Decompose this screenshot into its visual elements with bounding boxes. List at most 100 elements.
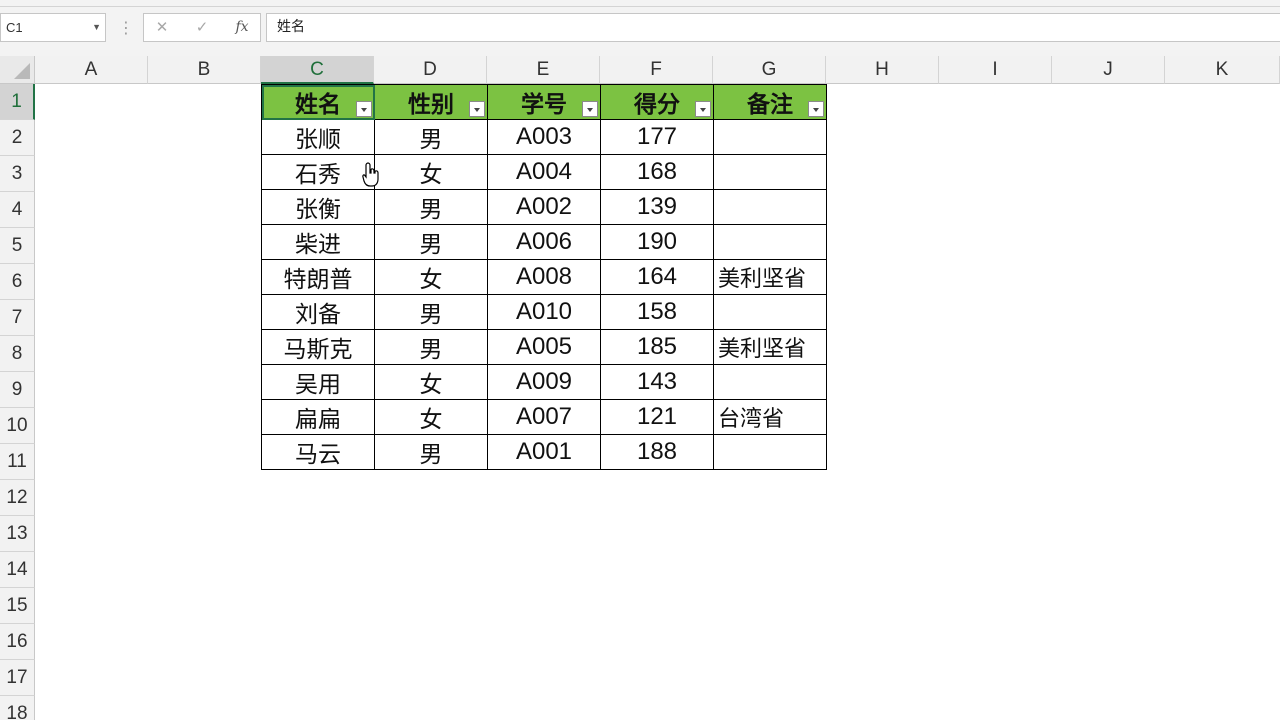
score-cell[interactable]: 164 [600,259,714,295]
filter-dropdown-icon[interactable] [582,101,598,117]
remark-cell[interactable] [713,119,827,155]
column-header-d[interactable]: D [374,56,487,84]
formula-input[interactable]: 姓名 [266,13,1280,42]
filter-dropdown-icon[interactable] [356,101,372,117]
column-header-h[interactable]: H [826,56,939,84]
name-cell[interactable]: 张顺 [261,119,375,155]
score-cell[interactable]: 121 [600,399,714,435]
remark-cell[interactable]: 美利坚省 [713,259,827,295]
name-cell[interactable]: 特朗普 [261,259,375,295]
header-cell-name[interactable]: 姓名 [261,84,375,120]
row-header-16[interactable]: 16 [0,624,35,660]
student-id-cell[interactable]: A007 [487,399,601,435]
name-cell[interactable]: 马云 [261,434,375,470]
student-id-cell[interactable]: A010 [487,294,601,330]
score-cell[interactable]: 139 [600,189,714,225]
column-header-j[interactable]: J [1052,56,1165,84]
header-cell-student-id[interactable]: 学号 [487,84,601,120]
row-header-5[interactable]: 5 [0,228,35,264]
score-cell[interactable]: 188 [600,434,714,470]
table-row: 特朗普女 A008 164 美利坚省 [261,259,827,295]
remark-cell[interactable] [713,294,827,330]
row-header-6[interactable]: 6 [0,264,35,300]
gender-cell[interactable]: 男 [374,434,488,470]
column-header-k[interactable]: K [1165,56,1280,84]
filter-dropdown-icon[interactable] [808,101,824,117]
name-cell[interactable]: 柴进 [261,224,375,260]
score-cell[interactable]: 190 [600,224,714,260]
row-header-2[interactable]: 2 [0,120,35,156]
column-header-a[interactable]: A [35,56,148,84]
chevron-down-icon[interactable]: ▼ [92,14,101,41]
remark-cell[interactable]: 台湾省 [713,399,827,435]
gender-cell[interactable]: 男 [374,224,488,260]
more-options-icon[interactable]: ⋮ [118,18,134,37]
row-header-12[interactable]: 12 [0,480,35,516]
student-id-cell[interactable]: A002 [487,189,601,225]
gender-cell[interactable]: 女 [374,154,488,190]
row-header-10[interactable]: 10 [0,408,35,444]
column-header-g[interactable]: G [713,56,826,84]
student-id-cell[interactable]: A006 [487,224,601,260]
student-id-cell[interactable]: A008 [487,259,601,295]
name-cell[interactable]: 吴用 [261,364,375,400]
remark-cell[interactable] [713,364,827,400]
student-id-cell[interactable]: A009 [487,364,601,400]
row-header-13[interactable]: 13 [0,516,35,552]
cancel-icon[interactable]: ✕ [147,14,177,41]
student-id-cell[interactable]: A001 [487,434,601,470]
score-cell[interactable]: 143 [600,364,714,400]
remark-cell[interactable]: 美利坚省 [713,329,827,365]
gender-cell[interactable]: 男 [374,329,488,365]
gender-cell[interactable]: 男 [374,119,488,155]
row-header-9[interactable]: 9 [0,372,35,408]
name-cell[interactable]: 石秀 [261,154,375,190]
gender-cell[interactable]: 男 [374,189,488,225]
row-header-18[interactable]: 18 [0,696,35,720]
spreadsheet-grid[interactable]: ABCDEFGHIJK 1 2 3 4 5 6 7 8 9 10 11 12 13 14 15 16 17 18 … [0,56,1280,720]
row-header-14[interactable]: 14 [0,552,35,588]
score-cell[interactable]: 185 [600,329,714,365]
row-header-7[interactable]: 7 [0,300,35,336]
gender-cell[interactable]: 女 [374,364,488,400]
header-label: 学号 [521,92,567,118]
score-cell[interactable]: 177 [600,119,714,155]
name-box[interactable]: C1 ▼ [0,13,106,42]
column-header-c[interactable]: C [261,56,374,84]
name-cell[interactable]: 马斯克 [261,329,375,365]
insert-function-button[interactable]: fx [227,14,257,41]
name-cell[interactable]: 张衡 [261,189,375,225]
remark-cell[interactable] [713,224,827,260]
header-cell-score[interactable]: 得分 [600,84,714,120]
filter-dropdown-icon[interactable] [469,101,485,117]
gender-cell[interactable]: 女 [374,259,488,295]
row-header-11[interactable]: 11 [0,444,35,480]
column-header-i[interactable]: I [939,56,1052,84]
header-cell-remark[interactable]: 备注 [713,84,827,120]
score-cell[interactable]: 158 [600,294,714,330]
row-header-8[interactable]: 8 [0,336,35,372]
remark-cell[interactable] [713,434,827,470]
student-id-cell[interactable]: A003 [487,119,601,155]
row-header-15[interactable]: 15 [0,588,35,624]
row-header-1[interactable]: 1 [0,84,35,120]
row-header-4[interactable]: 4 [0,192,35,228]
score-cell[interactable]: 168 [600,154,714,190]
column-header-e[interactable]: E [487,56,600,84]
select-all-button[interactable] [0,56,35,84]
remark-cell[interactable] [713,154,827,190]
header-cell-gender[interactable]: 性别 [374,84,488,120]
student-id-cell[interactable]: A005 [487,329,601,365]
student-id-cell[interactable]: A004 [487,154,601,190]
row-header-3[interactable]: 3 [0,156,35,192]
gender-cell[interactable]: 女 [374,399,488,435]
row-header-17[interactable]: 17 [0,660,35,696]
name-cell[interactable]: 刘备 [261,294,375,330]
name-cell[interactable]: 扁扁 [261,399,375,435]
column-header-b[interactable]: B [148,56,261,84]
enter-icon[interactable]: ✓ [187,14,217,41]
filter-dropdown-icon[interactable] [695,101,711,117]
remark-cell[interactable] [713,189,827,225]
gender-cell[interactable]: 男 [374,294,488,330]
column-header-f[interactable]: F [600,56,713,84]
